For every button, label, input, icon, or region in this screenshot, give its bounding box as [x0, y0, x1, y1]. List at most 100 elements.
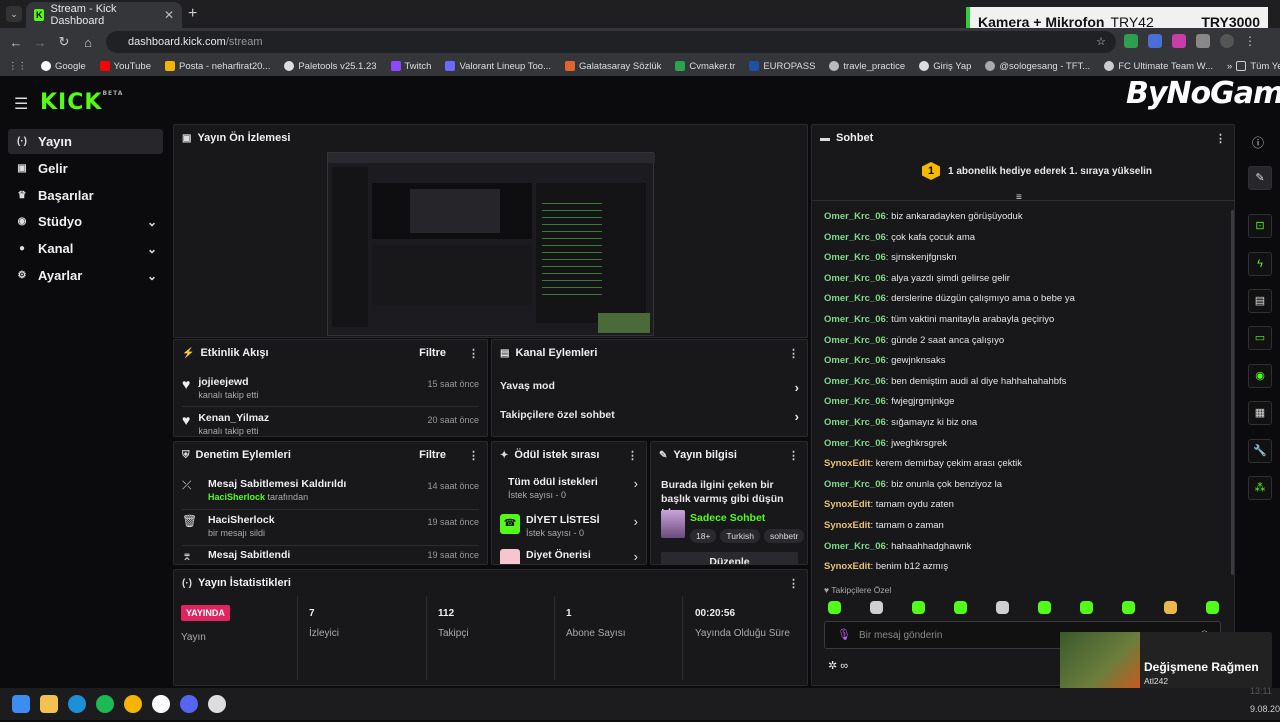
extension-icon[interactable]: [1148, 34, 1162, 48]
emote-icon[interactable]: [996, 601, 1009, 614]
emote-icon[interactable]: [828, 601, 841, 614]
discord-icon[interactable]: [180, 695, 198, 713]
chat-message[interactable]: Omer_Krc_06: derslerine düzgün çalışmıyo…: [824, 293, 1075, 304]
filter-button[interactable]: Filtre: [419, 449, 446, 461]
filter-button[interactable]: Filtre: [419, 347, 446, 359]
browser-menu-icon[interactable]: ⋮: [1244, 34, 1258, 48]
chat-username[interactable]: SynoxEdit: [824, 520, 870, 531]
chat-username[interactable]: Omer_Krc_06: [824, 479, 886, 490]
bookmark-giris[interactable]: Giriş Yap: [919, 61, 971, 72]
forward-icon[interactable]: →: [28, 35, 52, 50]
bookmark-star-icon[interactable]: ☆: [1096, 31, 1106, 53]
more-options-icon[interactable]: ⋮: [1215, 132, 1226, 145]
category-name[interactable]: Sadece Sohbet: [690, 512, 765, 524]
edit-button[interactable]: Düzenle: [661, 552, 798, 564]
app-icon[interactable]: [152, 695, 170, 713]
info-icon[interactable]: ⓘ: [1252, 134, 1264, 151]
chat-message[interactable]: Omer_Krc_06: sığamayız ki biz ona: [824, 417, 977, 428]
more-options-icon[interactable]: ⋮: [468, 347, 479, 360]
chat-username[interactable]: Omer_Krc_06: [824, 314, 886, 325]
extension-shield-icon[interactable]: [1124, 34, 1138, 48]
sidebar-item-ayarlar[interactable]: ⚙ Ayarlar ⌄: [8, 263, 163, 288]
clock[interactable]: 13:119.08.2025: [1250, 686, 1280, 722]
stream-preview-video[interactable]: [327, 152, 655, 336]
chat-message[interactable]: Omer_Krc_06: günde 2 saat anca çalışıyo: [824, 335, 1004, 346]
chat-message[interactable]: Omer_Krc_06: çok kafa çocuk ama: [824, 232, 975, 243]
channel-points[interactable]: ✲ ∞: [828, 659, 848, 672]
gift-banner-text[interactable]: 1 abonelik hediye ederek 1. sıraya yükse…: [948, 166, 1152, 177]
back-icon[interactable]: ←: [4, 35, 28, 50]
reward-item[interactable]: ☎ DİYET LİSTESİ İstek sayısı - 0 ›: [492, 514, 646, 538]
emote-icon[interactable]: [1206, 601, 1219, 614]
apps-grid-icon[interactable]: ⋮⋮: [8, 61, 27, 72]
bookmark-cvmaker[interactable]: Cvmaker.tr: [675, 61, 735, 72]
chat-username[interactable]: Omer_Krc_06: [824, 293, 886, 304]
chat-icon[interactable]: ▭: [1248, 326, 1272, 350]
chat-message[interactable]: Omer_Krc_06: jweghkrsgrek: [824, 438, 947, 449]
extension-icon[interactable]: [1172, 34, 1186, 48]
browser-tab[interactable]: K Stream - Kick Dashboard ✕: [26, 2, 182, 28]
chat-username[interactable]: SynoxEdit: [824, 561, 870, 572]
spotify-icon[interactable]: [96, 695, 114, 713]
chat-username[interactable]: Omer_Krc_06: [824, 396, 886, 407]
chat-username[interactable]: SynoxEdit: [824, 499, 870, 510]
all-bookmarks[interactable]: Tüm Yer İşaretleri: [1236, 61, 1280, 72]
reward-item[interactable]: Tüm ödül istekleri İstek sayısı - 0 ›: [492, 476, 646, 500]
bookmark-travle[interactable]: travle_practice: [829, 61, 905, 72]
focus-icon[interactable]: ⊡: [1248, 214, 1272, 238]
bookmark-posta[interactable]: Posta - neharfirat20...: [164, 61, 270, 72]
chat-message[interactable]: Omer_Krc_06: fwjegjrgmjnkge: [824, 396, 954, 407]
emote-icon[interactable]: [954, 601, 967, 614]
lightning-icon[interactable]: ϟ: [1248, 252, 1272, 276]
bookmark-europass[interactable]: EUROPASS: [749, 61, 815, 72]
more-options-icon[interactable]: ⋮: [788, 449, 799, 462]
chat-username[interactable]: SynoxEdit: [824, 458, 870, 469]
edit-layout-icon[interactable]: ✎: [1248, 166, 1272, 190]
emote-icon[interactable]: [912, 601, 925, 614]
menu-icon[interactable]: ☰: [14, 94, 28, 114]
bookmark-sologesang[interactable]: @sologesang - TFT...: [985, 61, 1090, 72]
extensions-puzzle-icon[interactable]: [1196, 34, 1210, 48]
obs-icon[interactable]: [208, 695, 226, 713]
bookmark-valorant[interactable]: Valorant Lineup Too...: [445, 61, 551, 72]
more-options-icon[interactable]: ⋮: [468, 449, 479, 462]
more-options-icon[interactable]: ⋮: [627, 449, 638, 462]
new-tab-icon[interactable]: +: [188, 5, 197, 23]
chat-message[interactable]: SynoxEdit: kerem demirbay çekim arası çe…: [824, 458, 1022, 469]
address-bar[interactable]: dashboard.kick.com/stream ☆: [106, 31, 1116, 53]
edge-icon[interactable]: [68, 695, 86, 713]
chat-username[interactable]: Omer_Krc_06: [824, 273, 886, 284]
bookmark-galatasaray[interactable]: Galatasaray Sözlük: [565, 61, 661, 72]
share-icon[interactable]: ⁂: [1248, 476, 1272, 500]
bookmark-google[interactable]: Google: [41, 61, 86, 72]
more-options-icon[interactable]: ⋮: [788, 577, 799, 590]
tab-search-icon[interactable]: ⌄: [6, 6, 22, 22]
chat-username[interactable]: Omer_Krc_06: [824, 355, 886, 366]
sidebar-item-basarilar[interactable]: ♛ Başarılar: [8, 183, 163, 208]
close-tab-icon[interactable]: ✕: [164, 8, 174, 22]
reload-icon[interactable]: ↻: [52, 34, 76, 50]
chat-message[interactable]: Omer_Krc_06: alya yazdı şimdi gelirse ge…: [824, 273, 1010, 284]
sidebar-item-kanal[interactable]: ● Kanal ⌄: [8, 236, 163, 261]
file-explorer-icon[interactable]: [40, 695, 58, 713]
chat-message[interactable]: SynoxEdit: tamam o zaman: [824, 520, 944, 531]
bookmark-overflow-icon[interactable]: »: [1227, 61, 1232, 72]
emote-icon[interactable]: [1038, 601, 1051, 614]
chat-username[interactable]: Omer_Krc_06: [824, 541, 886, 552]
sidebar-item-gelir[interactable]: ▣ Gelir: [8, 156, 163, 181]
chrome-icon[interactable]: [124, 695, 142, 713]
kick-logo[interactable]: KICKBETA: [40, 90, 123, 115]
slow-mode-item[interactable]: Yavaş mod ›: [492, 380, 807, 395]
chat-username[interactable]: Omer_Krc_06: [824, 376, 886, 387]
chat-message[interactable]: Omer_Krc_06: hahaahhadghawnk: [824, 541, 971, 552]
chat-filter-icon[interactable]: ≡: [1016, 192, 1022, 203]
bookmark-fc-ultimate[interactable]: FC Ultimate Team W...: [1104, 61, 1213, 72]
chat-username[interactable]: Omer_Krc_06: [824, 252, 886, 263]
profile-avatar-icon[interactable]: [1220, 34, 1234, 48]
notes-icon[interactable]: ▤: [1248, 289, 1272, 313]
sidebar-item-studyo[interactable]: ◉ Stüdyo ⌄: [8, 209, 163, 234]
broadcast-icon[interactable]: ◉: [1248, 364, 1272, 388]
more-options-icon[interactable]: ⋮: [788, 347, 799, 360]
chat-scrollbar[interactable]: [1231, 210, 1234, 575]
emote-icon[interactable]: [1080, 601, 1093, 614]
